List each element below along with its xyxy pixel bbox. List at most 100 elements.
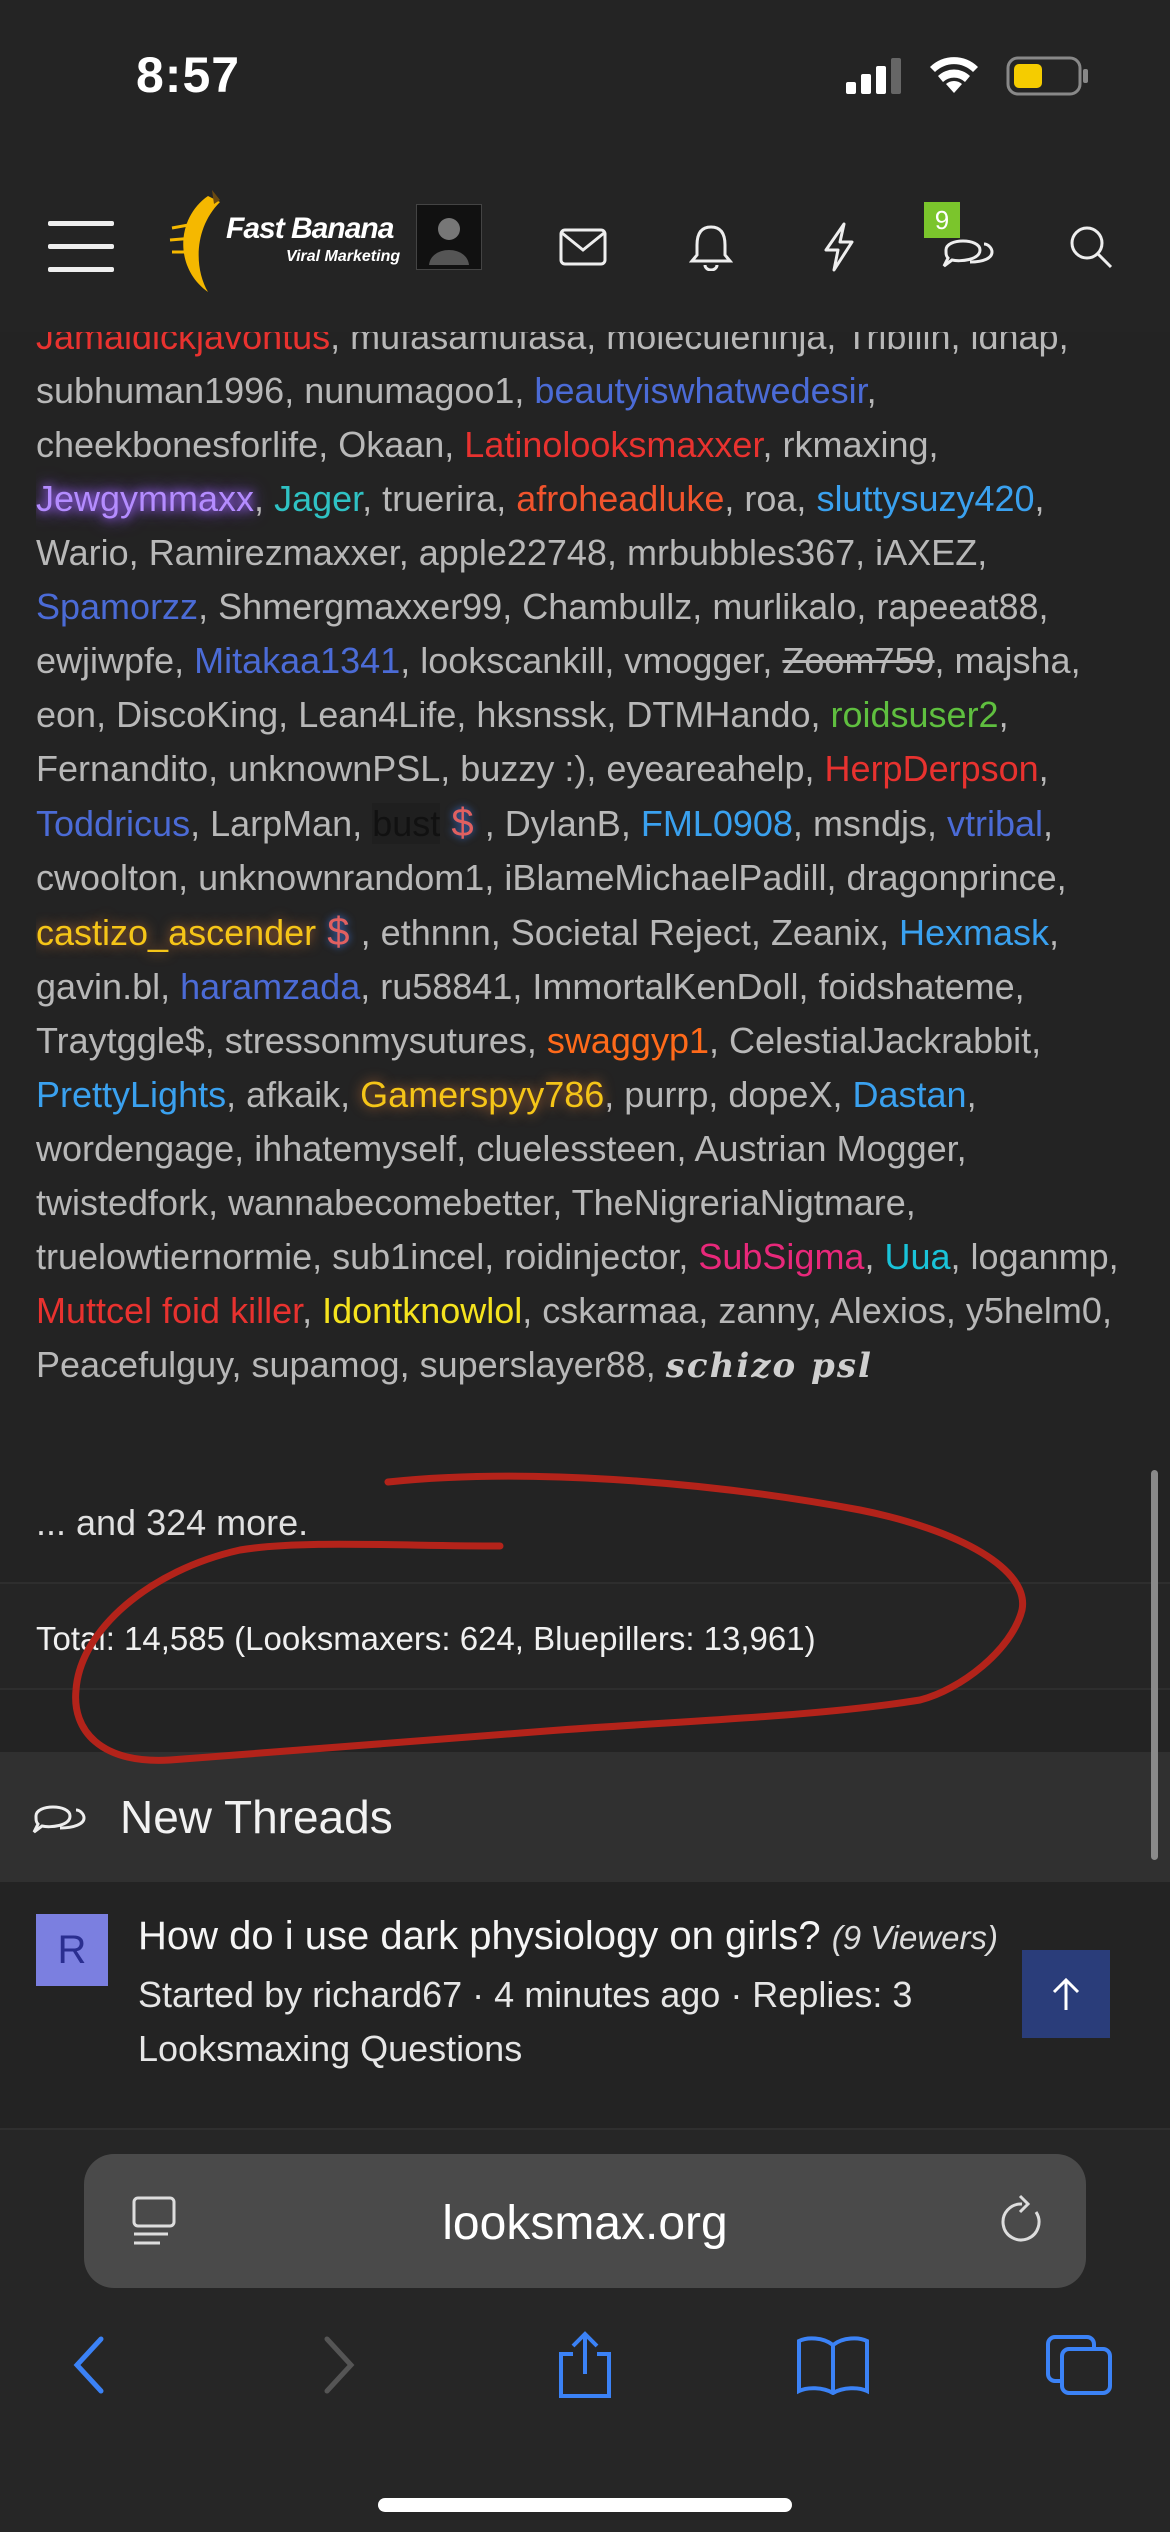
online-member-link[interactable]: Wario <box>36 532 129 573</box>
online-member-link[interactable]: Peacefulguy <box>36 1344 231 1385</box>
thread-title[interactable]: How do i use dark physiology on girls? <box>138 1914 821 1958</box>
online-member-link[interactable]: supamog <box>251 1344 399 1385</box>
online-member-link[interactable]: sub1incel <box>332 1236 484 1277</box>
online-member-link[interactable]: afroheadluke <box>516 478 724 519</box>
online-member-link[interactable]: Jager <box>274 478 362 519</box>
online-member-link[interactable]: ImmortalKenDoll <box>532 966 798 1007</box>
new-threads-header[interactable]: New Threads <box>0 1752 1170 1882</box>
online-member-link[interactable]: Dastan <box>852 1074 966 1115</box>
online-member-link[interactable]: DylanB <box>505 803 621 844</box>
avatar[interactable]: R <box>36 1914 108 1986</box>
online-member-link[interactable]: eyeareahelp <box>606 748 804 789</box>
online-member-link[interactable]: afkaik <box>246 1074 340 1115</box>
online-member-link[interactable]: roidsuser2 <box>831 694 999 735</box>
online-member-link[interactable]: buzzy :) <box>460 748 586 789</box>
online-member-link[interactable]: mrbubbles367 <box>627 532 855 573</box>
online-member-link[interactable]: Fernandito <box>36 748 208 789</box>
online-member-link[interactable]: bust <box>372 803 441 844</box>
online-member-link[interactable]: cskarmaa <box>542 1290 698 1331</box>
online-member-link[interactable]: iBlameMichaelPadill <box>504 857 826 898</box>
online-member-link[interactable]: Hexmask <box>899 912 1049 953</box>
online-member-link[interactable]: Gamerspyy786 <box>360 1074 604 1115</box>
online-member-link[interactable]: subhuman1996 <box>36 370 284 411</box>
scroll-to-top-button[interactable] <box>1022 1950 1110 2038</box>
online-member-link[interactable]: foidshateme <box>818 966 1014 1007</box>
online-member-link[interactable]: Ramirezmaxxer <box>149 532 399 573</box>
online-member-link[interactable]: rkmaxing <box>782 424 928 465</box>
online-member-link[interactable]: Shmergmaxxer99 <box>218 586 502 627</box>
inbox-button[interactable] <box>538 202 628 292</box>
online-member-link[interactable]: cluelessteen <box>476 1128 676 1169</box>
online-member-link[interactable]: FML0908 <box>641 803 793 844</box>
online-member-link[interactable]: unknownrandom1 <box>198 857 484 898</box>
online-member-link[interactable]: HerpDerpson <box>825 748 1039 789</box>
online-member-link[interactable]: hksnssk <box>476 694 606 735</box>
page-scrollbar[interactable] <box>1151 1470 1158 1860</box>
online-member-link[interactable]: twistedfork <box>36 1182 208 1223</box>
online-member-link[interactable]: Muttcel foid killer <box>36 1290 302 1331</box>
online-member-link[interactable]: iAXEZ <box>875 532 977 573</box>
search-button[interactable] <box>1046 202 1136 292</box>
sponsor-logo[interactable]: Fast Banana Viral Marketing <box>168 188 400 298</box>
online-member-link[interactable]: Latinolooksmaxxer <box>464 424 762 465</box>
online-member-link[interactable]: castizo_ascender <box>36 912 316 953</box>
online-member-link[interactable]: Idontknowlol <box>322 1290 522 1331</box>
online-member-link[interactable]: ihhatemyself <box>254 1128 456 1169</box>
online-member-link[interactable]: haramzada <box>180 966 360 1007</box>
online-member-link[interactable]: Toddricus <box>36 803 190 844</box>
online-member-link[interactable]: ethnnn <box>381 912 491 953</box>
online-member-link[interactable]: Spamorzz <box>36 586 198 627</box>
online-member-link[interactable]: gavin.bl <box>36 966 160 1007</box>
online-member-link[interactable]: Traytggle$ <box>36 1020 205 1061</box>
tabs-button[interactable] <box>1034 2320 1124 2410</box>
online-member-link[interactable]: wordengage <box>36 1128 234 1169</box>
online-member-link[interactable]: truerira <box>382 478 496 519</box>
online-member-link[interactable]: vmogger <box>624 640 762 681</box>
online-member-link[interactable]: Mitakaa1341 <box>194 640 400 681</box>
home-indicator[interactable] <box>378 2498 792 2512</box>
online-member-link[interactable]: SubSigma <box>698 1236 864 1277</box>
online-member-link[interactable]: beautyiswhatwedesir <box>534 370 866 411</box>
more-members-link[interactable]: ... and 324 more. <box>36 1502 308 1544</box>
online-member-link[interactable]: eon <box>36 694 96 735</box>
bookmarks-button[interactable] <box>788 2320 878 2410</box>
online-member-link[interactable]: loganmp <box>971 1236 1109 1277</box>
online-member-link[interactable]: zanny <box>718 1290 811 1331</box>
online-member-link[interactable]: swaggyp1 <box>547 1020 709 1061</box>
online-member-link[interactable]: LarpMan <box>210 803 352 844</box>
online-member-link[interactable]: DTMHando <box>626 694 810 735</box>
online-member-link[interactable]: roidinjector <box>504 1236 678 1277</box>
thread-forum-link[interactable]: Looksmaxing Questions <box>138 2028 522 2070</box>
online-member-link[interactable]: roa <box>744 478 796 519</box>
online-member-link[interactable]: majsha <box>955 640 1071 681</box>
online-member-link[interactable]: TheNigreriaNigtmare <box>572 1182 906 1223</box>
online-member-link[interactable]: purrp <box>624 1074 708 1115</box>
online-member-link[interactable]: msndjs <box>813 803 927 844</box>
partner-thumbnail[interactable] <box>416 204 482 270</box>
online-member-link[interactable]: Chambullz <box>522 586 692 627</box>
online-member-link[interactable]: Jamaldickjavontus <box>36 332 330 357</box>
online-member-link[interactable]: Uua <box>884 1236 950 1277</box>
online-member-link[interactable]: Societal Reject <box>511 912 751 953</box>
reload-icon[interactable] <box>996 2194 1046 2248</box>
online-member-link[interactable]: sluttysuzy420 <box>816 478 1034 519</box>
online-member-link[interactable]: Tribilin <box>846 332 951 357</box>
online-member-link[interactable]: Zoom759 <box>782 640 934 681</box>
online-member-link[interactable]: lookscankill <box>420 640 604 681</box>
online-member-link[interactable]: Jewgymmaxx <box>36 478 254 519</box>
online-member-link[interactable]: Lean4Life <box>298 694 456 735</box>
online-member-link[interactable]: unknownPSL <box>228 748 440 789</box>
online-member-link[interactable]: Okaan <box>338 424 444 465</box>
online-member-link[interactable]: Zeanix <box>771 912 879 953</box>
online-member-link[interactable]: rapeeat88 <box>876 586 1038 627</box>
whats-new-button[interactable] <box>794 202 884 292</box>
url-text[interactable]: looksmax.org <box>84 2196 1086 2251</box>
online-member-link[interactable]: cwoolton <box>36 857 178 898</box>
online-member-link[interactable]: y5helm0 <box>966 1290 1102 1331</box>
online-member-link[interactable]: Austrian Mogger <box>694 1128 956 1169</box>
online-member-link[interactable]: wannabecomebetter <box>228 1182 552 1223</box>
thread-title-row[interactable]: How do i use dark physiology on girls? (… <box>138 1914 998 1959</box>
online-member-link[interactable]: ewjiwpfe <box>36 640 174 681</box>
online-member-link[interactable]: cheekbonesforlife <box>36 424 318 465</box>
online-member-link[interactable]: Alexios <box>830 1290 946 1331</box>
